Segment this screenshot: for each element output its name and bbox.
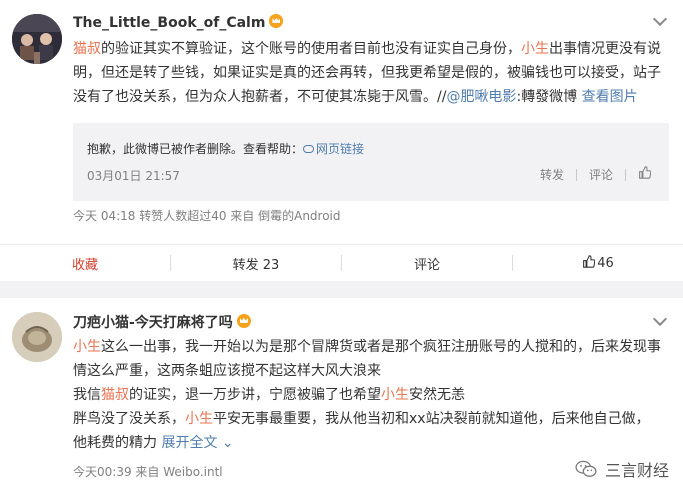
topic-link[interactable]: 猫叔 (101, 387, 129, 403)
web-link-label[interactable]: 网页链接 (316, 142, 364, 156)
action-bar: 收藏 转发 23 评论 46 (0, 244, 683, 281)
chevron-down-icon[interactable] (652, 11, 668, 27)
mention-link[interactable]: @肥啾电影 (446, 89, 516, 105)
quoted-repost-button[interactable]: 转发 (540, 166, 564, 183)
comment-label[interactable]: 评论 (414, 258, 440, 273)
post-text: 的验证其实不算验证，这个账号的使用者目前也没有证实自己身份， (101, 41, 521, 57)
avatar-image (12, 312, 62, 362)
link-icon (303, 144, 315, 153)
watermark: 三言财经 (575, 457, 669, 481)
quoted-actions: 转发 评论 (540, 166, 653, 183)
username-text[interactable]: The_Little_Book_of_Calm (73, 15, 265, 31)
post-text: 这么一出事，我一开始以为是那个冒牌货或者是那个疯狂注册账号的人搅和的，后来发现事… (73, 339, 661, 379)
expand-full-text-link[interactable]: 展开全文 ⌄ (161, 435, 233, 451)
post-text: 胖鸟没了没关系， (73, 411, 185, 427)
quoted-post: 抱歉，此微博已被作者删除。查看帮助： 网页链接 03月01日 21:57 转发 评… (73, 123, 669, 201)
deleted-notice-text: 抱歉，此微博已被作者删除。查看帮助： (87, 142, 304, 156)
post-text: :轉發微博 (516, 89, 582, 105)
like-button[interactable]: 46 (513, 254, 683, 271)
topic-link[interactable]: 小生 (185, 411, 213, 427)
post-text: 的证实，退一万步讲，宁愿被骗了也希望 (129, 387, 381, 403)
username[interactable]: The_Little_Book_of_Calm (73, 13, 284, 31)
divider (575, 168, 577, 181)
quoted-comment-button[interactable]: 评论 (589, 166, 613, 183)
repost-label[interactable]: 转发 23 (233, 258, 280, 273)
chevron-down-icon[interactable]: ⌄ (217, 435, 234, 451)
like-icon[interactable] (638, 166, 652, 179)
post-body: 猫叔的验证其实不算验证，这个账号的使用者目前也没有证实自己身份，小生出事情况更没… (73, 37, 663, 109)
view-image-link[interactable]: 查看图片 (582, 89, 638, 105)
username-text[interactable]: 刀疤小猫-今天打麻将了吗 (73, 315, 233, 331)
post-text: 我信 (73, 387, 101, 403)
favorite-button[interactable]: 收藏 (0, 254, 170, 273)
avatar[interactable] (12, 14, 62, 64)
avatar-image (12, 14, 62, 64)
username[interactable]: 刀疤小猫-今天打麻将了吗 (73, 312, 251, 332)
like-count[interactable]: 46 (597, 256, 614, 271)
post-body: 小生这么一出事，我一开始以为是那个冒牌货或者是那个疯狂注册账号的人搅和的，后来发… (73, 335, 663, 455)
topic-link[interactable]: 猫叔 (73, 41, 101, 57)
vip-crown-icon (236, 314, 251, 328)
topic-link[interactable]: 小生 (73, 339, 101, 355)
watermark-text: 三言财经 (604, 461, 669, 480)
quoted-date: 03月01日 21:57 (87, 169, 180, 183)
like-icon[interactable] (582, 254, 596, 268)
topic-link[interactable]: 小生 (521, 41, 549, 57)
weibo-post-card: The_Little_Book_of_Calm 猫叔的验证其实不算验证，这个账号… (0, 0, 683, 281)
post-text: 安然无恙 (409, 387, 465, 403)
comment-button[interactable]: 评论 (342, 254, 512, 273)
favorite-label[interactable]: 收藏 (72, 258, 98, 273)
post-meta: 今天00:39 来自 Weibo.intl (73, 465, 223, 479)
expand-label[interactable]: 展开全文 (161, 435, 217, 451)
wechat-icon (575, 460, 597, 477)
web-link[interactable]: 网页链接 (303, 142, 364, 156)
repost-button[interactable]: 转发 23 (171, 254, 341, 273)
vip-crown-icon (269, 14, 284, 28)
topic-link[interactable]: 小生 (381, 387, 409, 403)
card-separator (0, 281, 683, 298)
deleted-notice: 抱歉，此微博已被作者删除。查看帮助： 网页链接 (87, 140, 364, 157)
divider (625, 168, 626, 181)
post-meta: 今天 04:18 转赞人数超过40 来自 倒霉的Android (73, 209, 341, 223)
chevron-down-icon[interactable] (652, 311, 668, 327)
avatar[interactable] (12, 312, 62, 362)
